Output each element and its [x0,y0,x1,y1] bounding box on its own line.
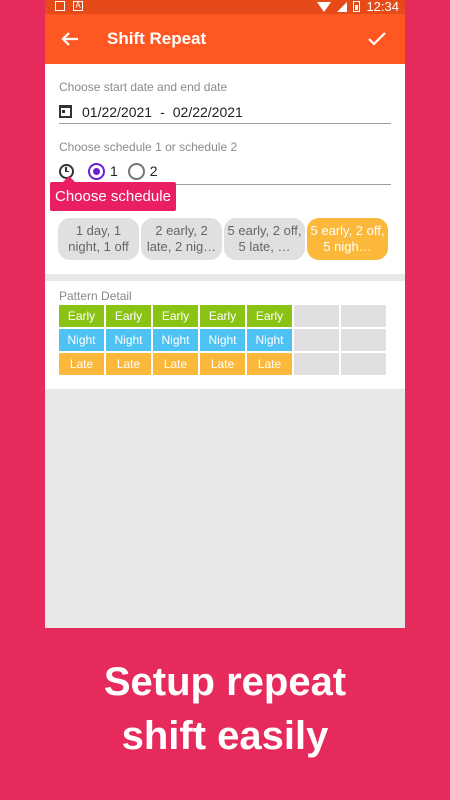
page-title: Shift Repeat [107,29,207,48]
pattern-cell: Night [105,328,152,352]
app-bar: Shift Repeat [45,14,405,64]
pattern-cell: Late [199,352,246,376]
schedule-selector: 1 2 [59,158,391,185]
schedule-1-radio[interactable] [88,162,105,180]
pattern-cell: Night [152,328,199,352]
pattern-chips: 1 day, 1 night, 1 off 2 early, 2 late, 2… [58,218,388,260]
status-bar: A 12:34 [45,0,405,14]
pattern-cell: Late [105,352,152,376]
caption-line-1: Setup repeat [103,660,347,704]
date-range-label: Choose start date and end date [59,80,228,94]
confirm-button[interactable] [357,14,397,64]
schedule-tooltip: Choose schedule [50,176,176,211]
pattern-cell [340,352,387,376]
pattern-chip[interactable]: 5 early, 2 off, 5 late, … [224,218,305,260]
pattern-grid: Early Early Early Early Early Night Night Night… [58,304,387,376]
pattern-cell [293,304,340,328]
pattern-cell: Night [199,328,246,352]
schedule-label: Choose schedule 1 or schedule 2 [59,140,238,154]
caption-line-2: shift easily [121,714,329,758]
settings-card: Choose start date and end date 01/22/202… [45,64,405,274]
check-icon [368,32,386,46]
pattern-cell [293,352,340,376]
pattern-detail-card: Pattern Detail Early Early Early Early Early… [45,281,405,389]
schedule-2-radio[interactable] [127,162,145,180]
start-date[interactable]: 01/22/2021 [82,104,152,120]
schedule-1-label[interactable]: 1 [110,163,118,179]
pattern-cell: Early [58,304,105,328]
pattern-cell: Early [246,304,293,328]
pattern-cell: Night [58,328,105,352]
pattern-cell [340,304,387,328]
pattern-cell: Early [105,304,152,328]
end-date[interactable]: 02/22/2021 [173,104,243,120]
pattern-chip[interactable]: 2 early, 2 late, 2 nig… [141,218,222,260]
pattern-cell [293,328,340,352]
pattern-cell: Early [199,304,246,328]
promo-caption: Setup repeat shift easily [0,655,450,763]
back-button[interactable] [45,14,95,64]
status-time: 12:34 [366,0,399,14]
pattern-cell: Late [246,352,293,376]
pattern-cell [340,328,387,352]
text-notification-icon: A [73,1,83,11]
calendar-icon [59,105,72,118]
date-range-field[interactable]: 01/22/2021 - 02/22/2021 [59,100,391,124]
pattern-cell: Late [152,352,199,376]
wifi-icon [317,1,332,12]
pattern-detail-label: Pattern Detail [59,289,132,303]
pattern-cell: Late [58,352,105,376]
pattern-chip[interactable]: 1 day, 1 night, 1 off [58,218,139,260]
pattern-cell: Night [246,328,293,352]
pattern-chip-selected[interactable]: 5 early, 2 off, 5 nigh… [307,218,388,260]
image-notification-icon [55,1,65,11]
phone-screen: A 12:34 Shift Repeat Choose start date a… [45,0,405,628]
date-separator: - [160,103,165,120]
arrow-back-icon [61,32,78,46]
pattern-cell: Early [152,304,199,328]
schedule-2-label[interactable]: 2 [150,163,158,179]
battery-icon [353,1,361,12]
signal-icon [337,1,348,12]
